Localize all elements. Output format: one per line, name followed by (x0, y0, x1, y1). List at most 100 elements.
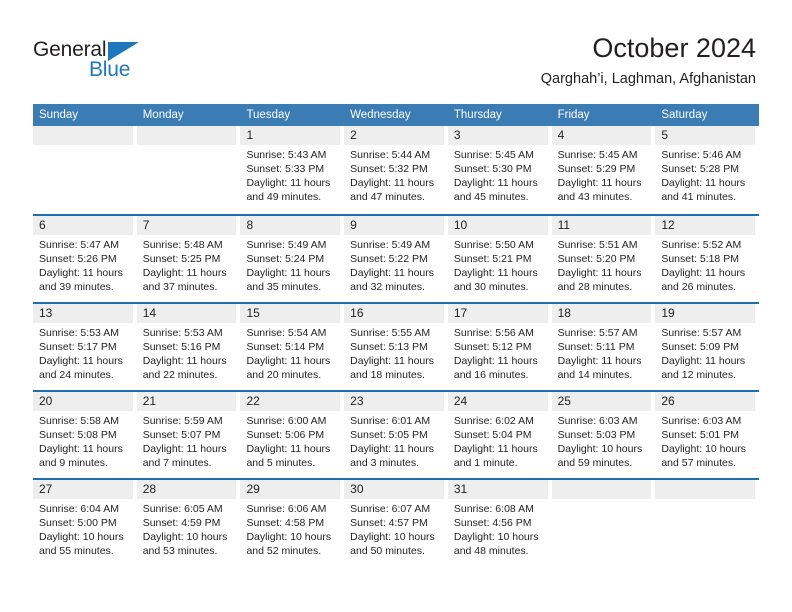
day-cell[interactable]: 26 Sunrise: 6:03 AM Sunset: 5:01 PM Dayligh… (655, 392, 760, 478)
day-cell-empty (136, 126, 241, 214)
day-details: Sunrise: 5:48 AM Sunset: 5:25 PM Daylight:… (137, 235, 237, 294)
day-details: Sunrise: 5:52 AM Sunset: 5:18 PM Daylight:… (655, 235, 755, 294)
sunrise-text: Sunrise: 5:52 AM (661, 239, 742, 251)
day-cell[interactable]: 6 Sunrise: 5:47 AM Sunset: 5:26 PM Daylight… (33, 216, 137, 302)
day-cell[interactable]: 3 Sunrise: 5:45 AM Sunset: 5:30 PM Daylight… (447, 126, 552, 214)
sunrise-text: Sunrise: 5:56 AM (453, 327, 534, 339)
day-cell[interactable]: 20 Sunrise: 5:58 AM Sunset: 5:08 PM Dayligh… (33, 392, 137, 478)
day-cell[interactable]: 23 Sunrise: 6:01 AM Sunset: 5:05 PM Dayligh… (344, 392, 448, 478)
daylight-text: Daylight: 10 hours and 52 minutes. (246, 531, 332, 557)
daylight-text: Daylight: 11 hours and 9 minutes. (39, 443, 123, 469)
day-number: 7 (136, 216, 237, 235)
day-cell[interactable]: 16 Sunrise: 5:55 AM Sunset: 5:13 PM Dayligh… (344, 304, 448, 390)
daylight-text: Daylight: 11 hours and 45 minutes. (453, 177, 538, 203)
day-number: 13 (33, 304, 133, 323)
day-number (136, 126, 237, 145)
daylight-text: Daylight: 11 hours and 49 minutes. (246, 177, 331, 203)
day-number: 1 (240, 126, 341, 145)
sunset-text: Sunset: 5:04 PM (453, 429, 532, 441)
day-details: Sunrise: 6:07 AM Sunset: 4:57 PM Daylight:… (344, 499, 444, 558)
daylight-text: Daylight: 11 hours and 12 minutes. (661, 355, 746, 381)
day-cell[interactable]: 14 Sunrise: 5:53 AM Sunset: 5:16 PM Dayligh… (136, 304, 241, 390)
sunset-text: Sunset: 5:12 PM (453, 341, 532, 353)
day-number: 10 (447, 216, 548, 235)
day-cell[interactable]: 15 Sunrise: 5:54 AM Sunset: 5:14 PM Dayligh… (240, 304, 345, 390)
daylight-text: Daylight: 11 hours and 32 minutes. (350, 267, 435, 293)
day-cell[interactable]: 9 Sunrise: 5:49 AM Sunset: 5:22 PM Daylight… (344, 216, 448, 302)
day-cell[interactable]: 29 Sunrise: 6:06 AM Sunset: 4:58 PM Dayligh… (240, 480, 345, 566)
weekday-header-thursday: Thursday (453, 109, 502, 121)
day-cell[interactable]: 18 Sunrise: 5:57 AM Sunset: 5:11 PM Dayligh… (551, 304, 656, 390)
day-details: Sunrise: 5:49 AM Sunset: 5:24 PM Daylight:… (240, 235, 340, 294)
weekday-header-friday: Friday (557, 109, 590, 121)
sunset-text: Sunset: 5:08 PM (39, 429, 117, 441)
day-number: 2 (344, 126, 444, 145)
day-cell[interactable]: 28 Sunrise: 6:05 AM Sunset: 4:59 PM Dayligh… (136, 480, 241, 566)
day-number: 27 (33, 480, 133, 499)
sunset-text: Sunset: 5:05 PM (350, 429, 428, 441)
sunrise-text: Sunrise: 5:57 AM (557, 327, 638, 339)
day-number: 5 (655, 126, 756, 145)
weekday-header-saturday: Saturday (661, 109, 708, 121)
daylight-text: Daylight: 10 hours and 57 minutes. (661, 443, 746, 469)
calendar-grid: Sunday Monday Tuesday Wednesday Thursday Frid… (33, 104, 760, 566)
day-details: Sunrise: 5:50 AM Sunset: 5:21 PM Daylight:… (448, 235, 548, 294)
day-cell[interactable]: 13 Sunrise: 5:53 AM Sunset: 5:17 PM Dayligh… (33, 304, 137, 390)
day-cell[interactable]: 31 Sunrise: 6:08 AM Sunset: 4:56 PM Dayligh… (447, 480, 552, 566)
weekday-header-wednesday: Wednesday (350, 109, 411, 121)
day-cell[interactable]: 4 Sunrise: 5:45 AM Sunset: 5:29 PM Daylight… (551, 126, 656, 214)
daylight-text: Daylight: 10 hours and 55 minutes. (39, 531, 124, 557)
daylight-text: Daylight: 11 hours and 20 minutes. (246, 355, 331, 381)
calendar-week-row: 6 Sunrise: 5:47 AM Sunset: 5:26 PM Daylight… (33, 214, 760, 302)
day-details: Sunrise: 5:46 AM Sunset: 5:28 PM Daylight:… (655, 145, 755, 204)
day-cell[interactable]: 21 Sunrise: 5:59 AM Sunset: 5:07 PM Dayligh… (136, 392, 241, 478)
day-cell[interactable]: 7 Sunrise: 5:48 AM Sunset: 5:25 PM Daylight… (136, 216, 241, 302)
day-number: 29 (240, 480, 341, 499)
day-cell[interactable]: 12 Sunrise: 5:52 AM Sunset: 5:18 PM Dayligh… (655, 216, 760, 302)
sunrise-text: Sunrise: 5:57 AM (661, 327, 742, 339)
daylight-text: Daylight: 11 hours and 7 minutes. (142, 443, 227, 469)
day-cell[interactable]: 25 Sunrise: 6:03 AM Sunset: 5:03 PM Dayligh… (551, 392, 656, 478)
sunset-text: Sunset: 5:29 PM (557, 163, 636, 175)
day-details: Sunrise: 5:47 AM Sunset: 5:26 PM Daylight:… (33, 235, 133, 294)
day-cell[interactable]: 19 Sunrise: 5:57 AM Sunset: 5:09 PM Dayligh… (655, 304, 760, 390)
daylight-text: Daylight: 11 hours and 5 minutes. (246, 443, 331, 469)
day-number: 20 (33, 392, 133, 411)
day-number: 14 (136, 304, 237, 323)
daylight-text: Daylight: 11 hours and 18 minutes. (350, 355, 435, 381)
day-cell[interactable]: 5 Sunrise: 5:46 AM Sunset: 5:28 PM Daylight… (655, 126, 760, 214)
daylight-text: Daylight: 11 hours and 35 minutes. (246, 267, 331, 293)
daylight-text: Daylight: 11 hours and 37 minutes. (142, 267, 227, 293)
sunrise-text: Sunrise: 5:54 AM (246, 327, 327, 339)
day-cell-empty (655, 480, 760, 566)
day-cell[interactable]: 22 Sunrise: 6:00 AM Sunset: 5:06 PM Dayligh… (240, 392, 345, 478)
calendar-week-row: 1 Sunrise: 5:43 AM Sunset: 5:33 PM Daylight… (33, 126, 760, 214)
day-cell[interactable]: 24 Sunrise: 6:02 AM Sunset: 5:04 PM Dayligh… (447, 392, 552, 478)
daylight-text: Daylight: 10 hours and 48 minutes. (453, 531, 539, 557)
daylight-text: Daylight: 11 hours and 30 minutes. (453, 267, 538, 293)
day-cell[interactable]: 2 Sunrise: 5:44 AM Sunset: 5:32 PM Daylight… (344, 126, 448, 214)
sunset-text: Sunset: 5:00 PM (39, 517, 117, 529)
sunrise-text: Sunrise: 5:50 AM (453, 239, 534, 251)
page-title: October 2024 (592, 33, 756, 63)
day-details: Sunrise: 6:02 AM Sunset: 5:04 PM Daylight:… (448, 411, 548, 470)
day-cell[interactable]: 27 Sunrise: 6:04 AM Sunset: 5:00 PM Dayligh… (33, 480, 137, 566)
daylight-text: Daylight: 11 hours and 47 minutes. (350, 177, 435, 203)
day-number: 18 (551, 304, 652, 323)
sunset-text: Sunset: 5:25 PM (142, 253, 221, 265)
weekday-header-row: Sunday Monday Tuesday Wednesday Thursday Frid… (33, 104, 759, 126)
general-blue-logo[interactable]: General Blue (33, 38, 173, 84)
day-number: 23 (344, 392, 444, 411)
day-cell[interactable]: 17 Sunrise: 5:56 AM Sunset: 5:12 PM Dayligh… (447, 304, 552, 390)
day-cell-empty (551, 480, 656, 566)
day-cell[interactable]: 1 Sunrise: 5:43 AM Sunset: 5:33 PM Daylight… (240, 126, 345, 214)
day-details: Sunrise: 5:59 AM Sunset: 5:07 PM Daylight:… (137, 411, 237, 470)
daylight-text: Daylight: 11 hours and 41 minutes. (661, 177, 746, 203)
weekday-header-monday: Monday (142, 109, 184, 121)
daylight-text: Daylight: 11 hours and 39 minutes. (39, 267, 123, 293)
day-cell[interactable]: 30 Sunrise: 6:07 AM Sunset: 4:57 PM Dayligh… (344, 480, 448, 566)
day-cell[interactable]: 8 Sunrise: 5:49 AM Sunset: 5:24 PM Daylight… (240, 216, 345, 302)
day-number: 22 (240, 392, 341, 411)
day-cell[interactable]: 10 Sunrise: 5:50 AM Sunset: 5:21 PM Dayligh… (447, 216, 552, 302)
day-cell[interactable]: 11 Sunrise: 5:51 AM Sunset: 5:20 PM Dayligh… (551, 216, 656, 302)
